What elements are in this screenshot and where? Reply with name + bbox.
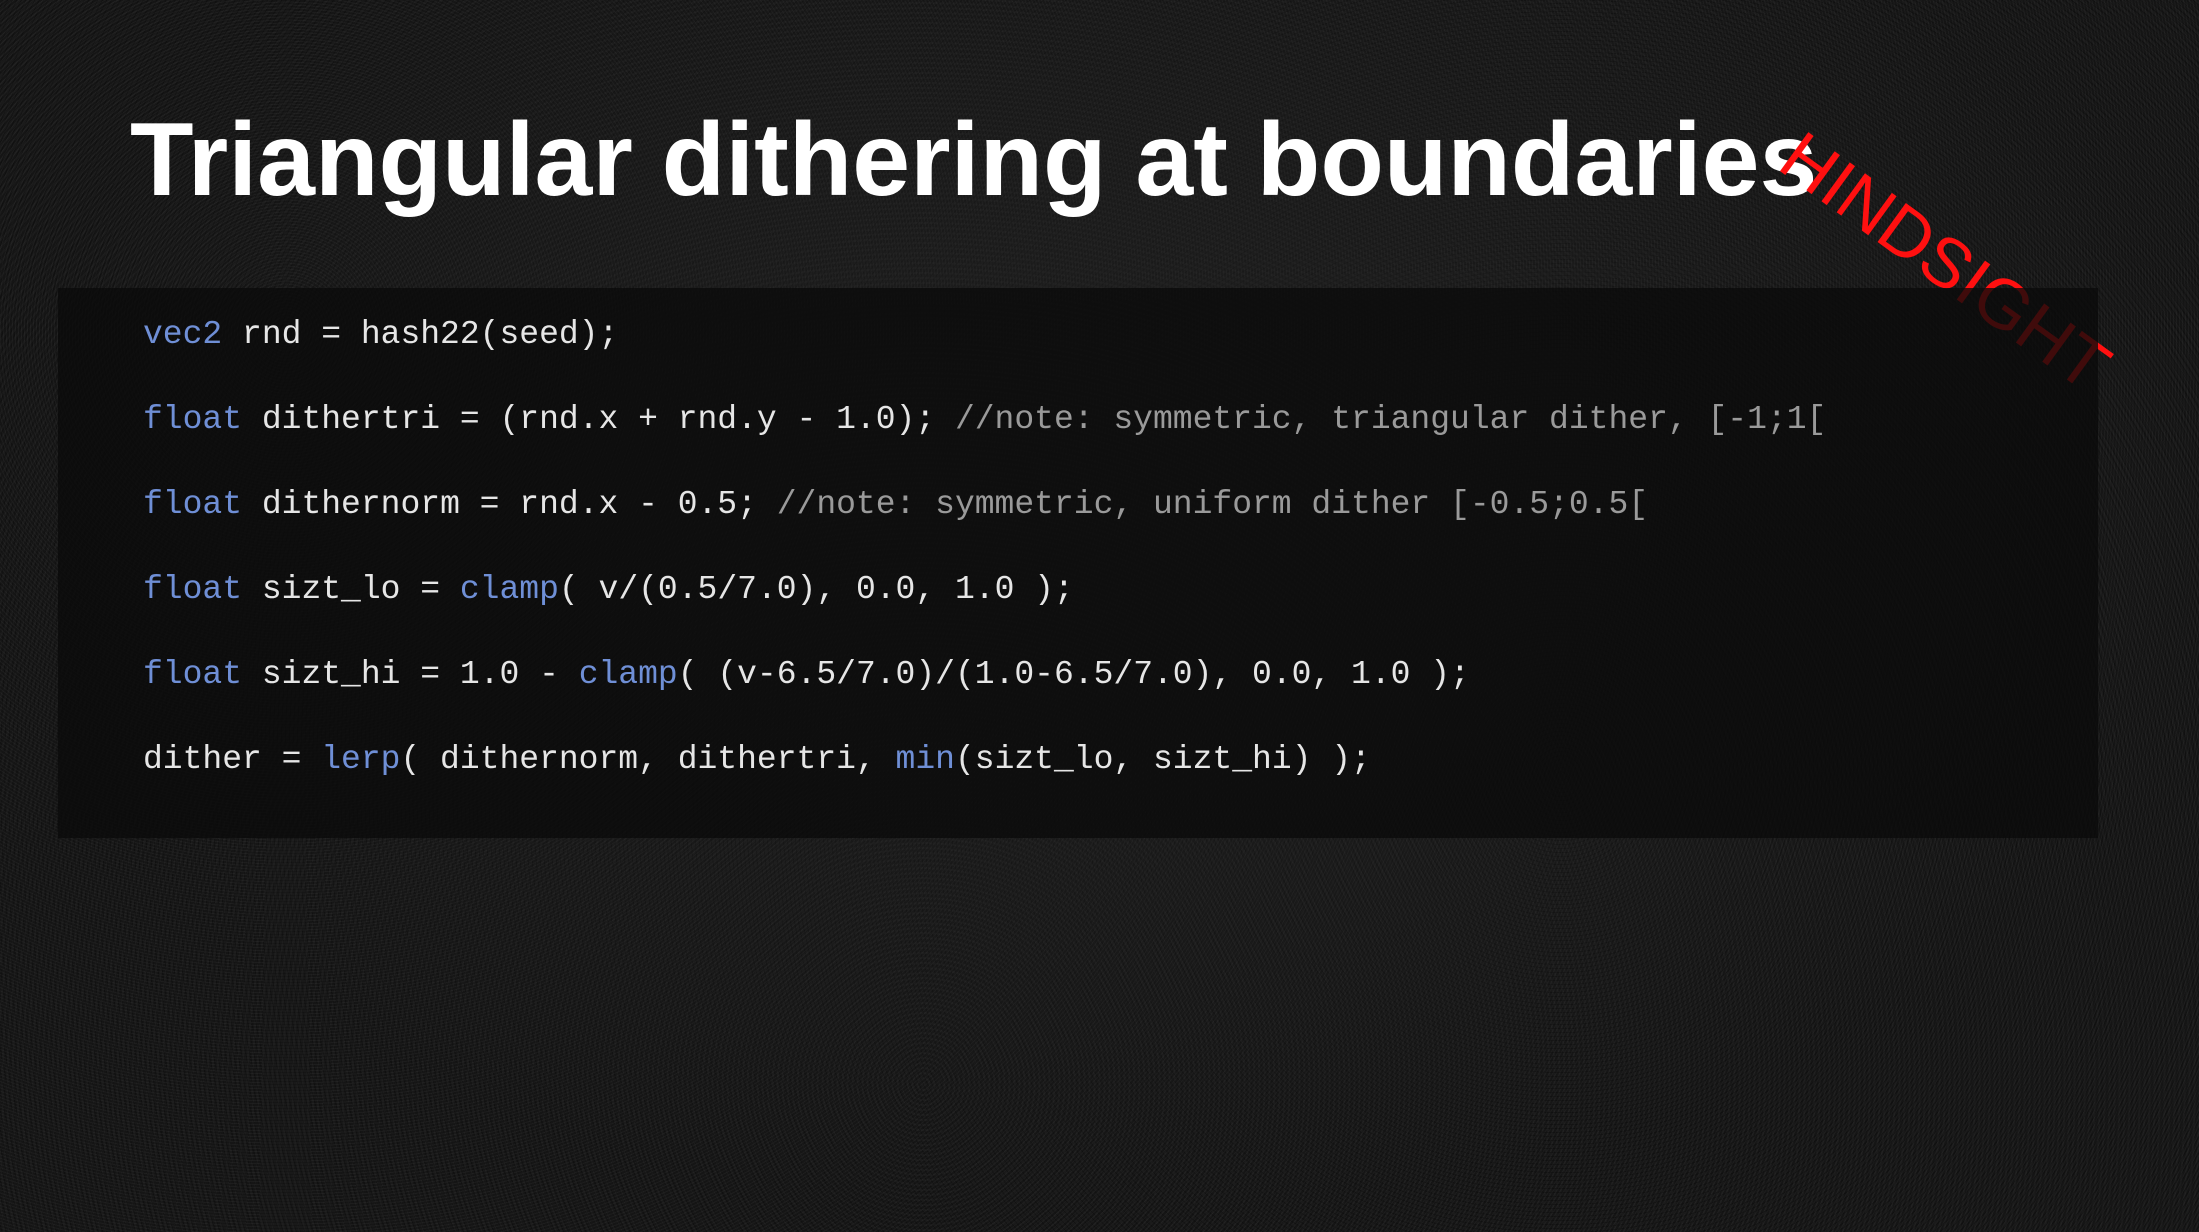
code-text: (sizt_lo, sizt_hi) ); <box>954 741 1371 778</box>
slide: Triangular dithering at boundaries HINDS… <box>0 0 2199 1232</box>
code-line-5: float sizt_hi = 1.0 - clamp( (v-6.5/7.0)… <box>143 658 1470 691</box>
function-name: lerp <box>321 741 401 778</box>
code-text: ( (v-6.5/7.0)/(1.0-6.5/7.0), 0.0, 1.0 ); <box>677 656 1470 693</box>
function-name: min <box>895 741 955 778</box>
function-name: clamp <box>459 571 559 608</box>
code-text: dither = <box>143 741 322 778</box>
code-line-6: dither = lerp( dithernorm, dithertri, mi… <box>143 743 1371 776</box>
keyword: vec2 <box>143 316 223 353</box>
code-text: sizt_lo = <box>242 571 460 608</box>
code-line-4: float sizt_lo = clamp( v/(0.5/7.0), 0.0,… <box>143 573 1074 606</box>
code-text: sizt_hi = 1.0 - <box>242 656 579 693</box>
slide-title: Triangular dithering at boundaries <box>130 102 1818 218</box>
keyword: float <box>143 656 243 693</box>
code-comment: //note: symmetric, uniform dither [-0.5;… <box>776 486 1649 523</box>
code-line-1: vec2 rnd = hash22(seed); <box>143 318 618 351</box>
code-text: ( v/(0.5/7.0), 0.0, 1.0 ); <box>558 571 1074 608</box>
code-line-2: float dithertri = (rnd.x + rnd.y - 1.0);… <box>143 403 1826 436</box>
keyword: float <box>143 571 243 608</box>
function-name: clamp <box>578 656 678 693</box>
code-text: ( dithernorm, dithertri, <box>400 741 896 778</box>
code-text: dithertri = (rnd.x + rnd.y - 1.0); <box>242 401 955 438</box>
keyword: float <box>143 401 243 438</box>
code-text: dithernorm = rnd.x - 0.5; <box>242 486 777 523</box>
code-comment: //note: symmetric, triangular dither, [-… <box>954 401 1827 438</box>
keyword: float <box>143 486 243 523</box>
code-text: rnd = hash22(seed); <box>222 316 619 353</box>
code-line-3: float dithernorm = rnd.x - 0.5; //note: … <box>143 488 1648 521</box>
